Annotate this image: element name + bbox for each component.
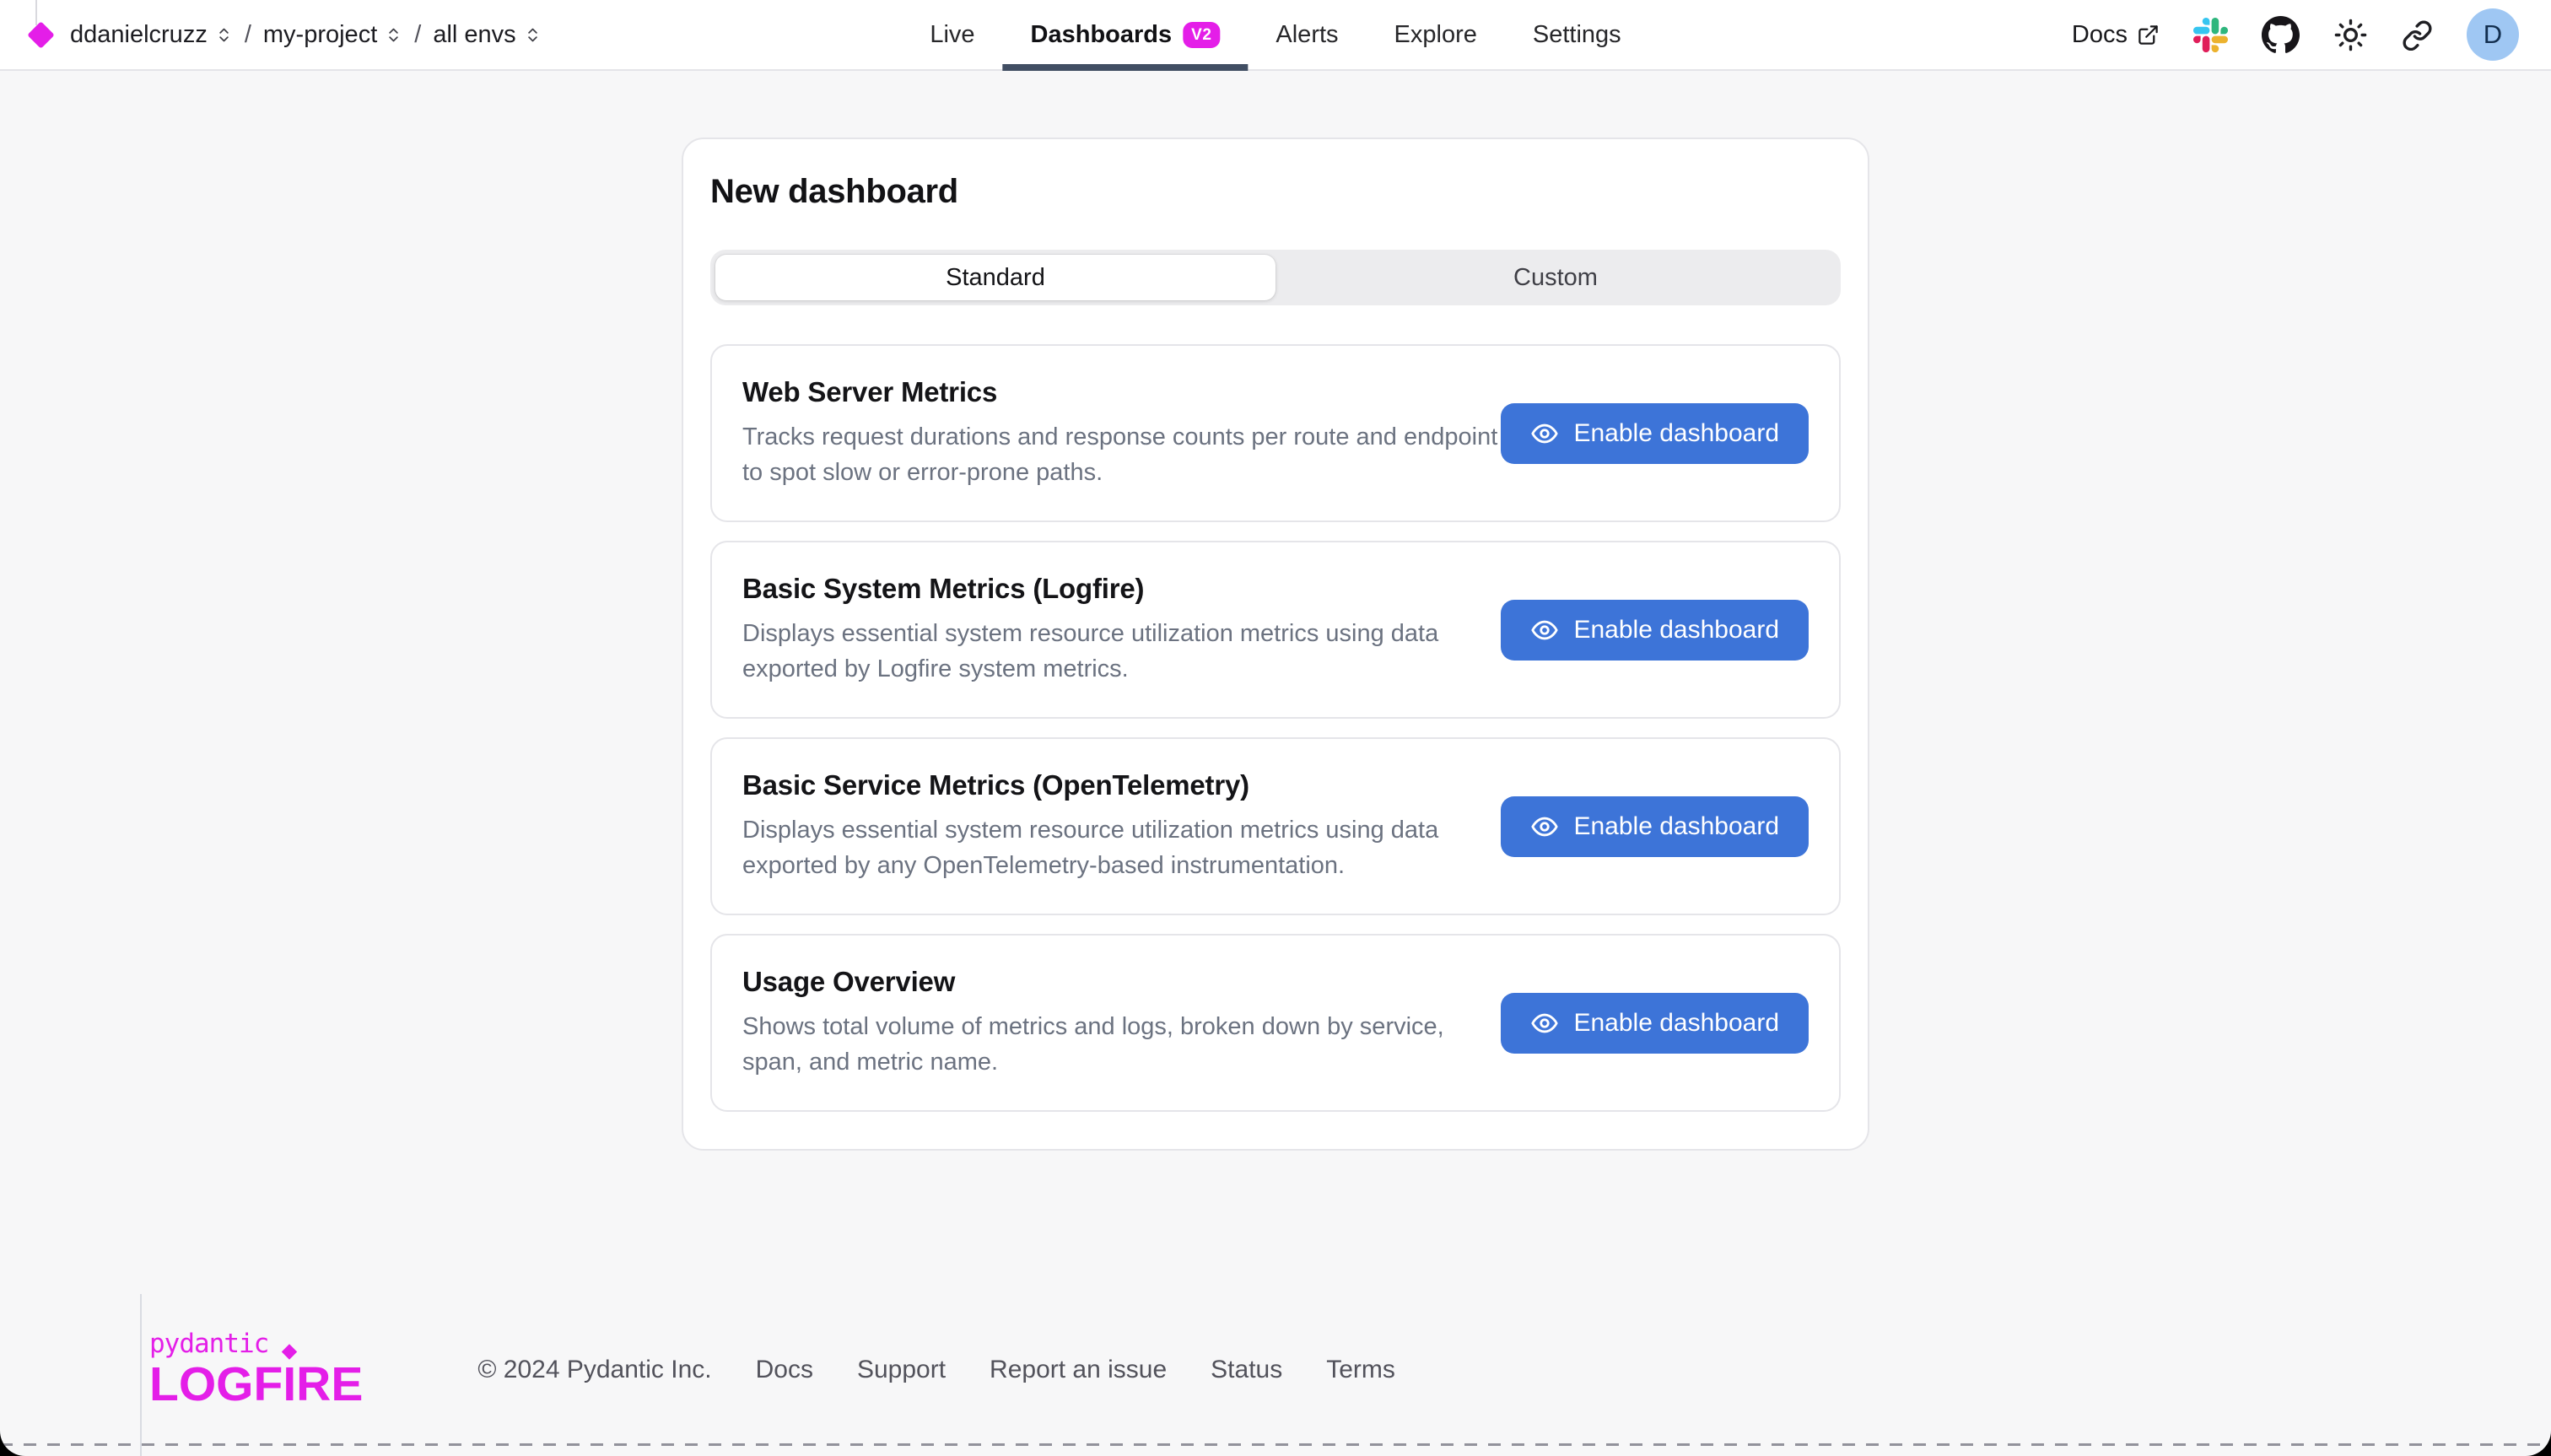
template-card-usage-overview: Usage Overview Shows total volume of met… bbox=[710, 934, 1841, 1112]
template-title: Basic Service Metrics (OpenTelemetry) bbox=[742, 769, 1501, 801]
template-card-web-server-metrics: Web Server Metrics Tracks request durati… bbox=[710, 344, 1841, 522]
template-list: Web Server Metrics Tracks request durati… bbox=[710, 344, 1841, 1112]
footer-link-docs[interactable]: Docs bbox=[756, 1356, 813, 1384]
breadcrumb: ddanielcruzz / my-project / all envs bbox=[27, 21, 542, 49]
tab-live[interactable]: Live bbox=[902, 0, 1002, 69]
tab-settings-label: Settings bbox=[1533, 21, 1621, 49]
enable-dashboard-label: Enable dashboard bbox=[1573, 419, 1779, 448]
tab-explore-label: Explore bbox=[1394, 21, 1477, 49]
logo-diamond-dot: I bbox=[283, 1361, 296, 1409]
eye-icon bbox=[1530, 419, 1559, 448]
footer-link-support[interactable]: Support bbox=[857, 1356, 946, 1384]
slack-icon[interactable] bbox=[2193, 18, 2228, 52]
template-description: Displays essential system resource utili… bbox=[742, 812, 1501, 883]
enable-dashboard-label: Enable dashboard bbox=[1573, 812, 1779, 841]
enable-dashboard-button[interactable]: Enable dashboard bbox=[1501, 600, 1809, 661]
template-text: Usage Overview Shows total volume of met… bbox=[742, 966, 1501, 1080]
template-card-basic-system-metrics: Basic System Metrics (Logfire) Displays … bbox=[710, 541, 1841, 719]
decorative-vertical-line-top bbox=[35, 0, 37, 25]
footer-links: © 2024 Pydantic Inc. Docs Support Report… bbox=[477, 1356, 1395, 1384]
footer-link-report-issue[interactable]: Report an issue bbox=[990, 1356, 1167, 1384]
nav-right-actions: Docs bbox=[2072, 8, 2519, 61]
decorative-vertical-line-footer bbox=[140, 1294, 142, 1456]
logfire-diamond-logo-icon[interactable] bbox=[27, 21, 55, 49]
template-description: Tracks request durations and response co… bbox=[742, 419, 1501, 490]
breadcrumb-env-selector[interactable]: all envs bbox=[433, 21, 541, 49]
enable-dashboard-button[interactable]: Enable dashboard bbox=[1501, 403, 1809, 464]
template-card-basic-service-metrics: Basic Service Metrics (OpenTelemetry) Di… bbox=[710, 737, 1841, 915]
tab-dashboards[interactable]: Dashboards V2 bbox=[1003, 0, 1249, 69]
top-navigation: ddanielcruzz / my-project / all envs bbox=[0, 0, 2551, 71]
new-dashboard-panel: New dashboard Standard Custom Web Server… bbox=[682, 138, 1869, 1151]
breadcrumb-separator: / bbox=[414, 21, 421, 49]
footer-link-status[interactable]: Status bbox=[1211, 1356, 1282, 1384]
chevrons-up-down-icon bbox=[385, 26, 402, 44]
chevrons-up-down-icon bbox=[524, 26, 542, 44]
link-icon[interactable] bbox=[2402, 19, 2433, 51]
page-title: New dashboard bbox=[710, 173, 1841, 211]
breadcrumb-org-label: ddanielcruzz bbox=[70, 21, 208, 49]
enable-dashboard-label: Enable dashboard bbox=[1573, 1009, 1779, 1038]
main-nav-tabs: Live Dashboards V2 Alerts Explore Settin… bbox=[902, 0, 1648, 69]
avatar-initial: D bbox=[2484, 19, 2502, 50]
template-title: Basic System Metrics (Logfire) bbox=[742, 573, 1501, 605]
template-text: Basic System Metrics (Logfire) Displays … bbox=[742, 573, 1501, 687]
breadcrumb-separator: / bbox=[245, 21, 251, 49]
footer-link-terms[interactable]: Terms bbox=[1326, 1356, 1395, 1384]
template-description: Shows total volume of metrics and logs, … bbox=[742, 1009, 1501, 1080]
breadcrumb-org-selector[interactable]: ddanielcruzz bbox=[70, 21, 233, 49]
decorative-dashed-bottom-line bbox=[0, 1443, 2551, 1446]
tab-live-label: Live bbox=[930, 21, 974, 49]
tab-alerts-label: Alerts bbox=[1276, 21, 1338, 49]
tab-alerts[interactable]: Alerts bbox=[1248, 0, 1366, 69]
template-title: Usage Overview bbox=[742, 966, 1501, 998]
docs-link-label: Docs bbox=[2072, 21, 2128, 49]
eye-icon bbox=[1530, 616, 1559, 644]
dashboard-type-segmented-control: Standard Custom bbox=[710, 250, 1841, 305]
tab-explore[interactable]: Explore bbox=[1367, 0, 1505, 69]
enable-dashboard-button[interactable]: Enable dashboard bbox=[1501, 993, 1809, 1054]
sun-theme-toggle-icon[interactable] bbox=[2333, 18, 2368, 52]
breadcrumb-project-selector[interactable]: my-project bbox=[263, 21, 402, 49]
pydantic-logfire-logo[interactable]: pydantic LOGFIRE bbox=[149, 1331, 363, 1409]
template-text: Basic Service Metrics (OpenTelemetry) Di… bbox=[742, 769, 1501, 883]
breadcrumb-env-label: all envs bbox=[433, 21, 515, 49]
logfire-wordmark: LOGFIRE bbox=[149, 1361, 363, 1409]
docs-external-link[interactable]: Docs bbox=[2072, 21, 2160, 49]
external-link-icon bbox=[2137, 24, 2160, 46]
page-footer: pydantic LOGFIRE © 2024 Pydantic Inc. Do… bbox=[0, 1296, 2551, 1456]
copyright-text: © 2024 Pydantic Inc. bbox=[477, 1356, 711, 1384]
eye-icon bbox=[1530, 1009, 1559, 1038]
app-window: ddanielcruzz / my-project / all envs bbox=[0, 0, 2551, 1456]
tab-dashboards-label: Dashboards bbox=[1031, 21, 1173, 49]
breadcrumb-project-label: my-project bbox=[263, 21, 377, 49]
chevrons-up-down-icon bbox=[215, 26, 233, 44]
segment-standard[interactable]: Standard bbox=[715, 255, 1276, 300]
eye-icon bbox=[1530, 812, 1559, 841]
v2-badge: V2 bbox=[1183, 22, 1220, 48]
template-description: Displays essential system resource utili… bbox=[742, 616, 1501, 687]
enable-dashboard-button[interactable]: Enable dashboard bbox=[1501, 796, 1809, 857]
template-text: Web Server Metrics Tracks request durati… bbox=[742, 376, 1501, 490]
tab-settings[interactable]: Settings bbox=[1505, 0, 1649, 69]
pydantic-wordmark: pydantic bbox=[149, 1331, 363, 1357]
user-avatar[interactable]: D bbox=[2467, 8, 2519, 61]
github-icon[interactable] bbox=[2262, 16, 2300, 54]
enable-dashboard-label: Enable dashboard bbox=[1573, 616, 1779, 644]
segment-custom[interactable]: Custom bbox=[1276, 255, 1836, 300]
template-title: Web Server Metrics bbox=[742, 376, 1501, 408]
